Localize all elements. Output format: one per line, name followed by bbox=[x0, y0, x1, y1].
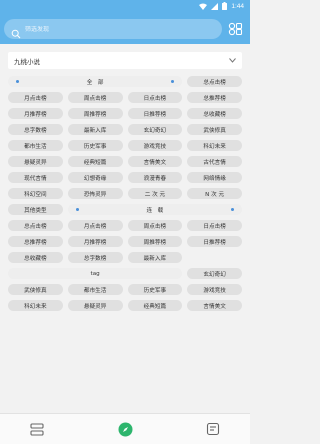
category-chip[interactable]: 武侠修真 bbox=[187, 124, 242, 135]
category-chip[interactable]: 月点击榜 bbox=[67, 220, 123, 231]
category-chip[interactable]: 言情美文 bbox=[127, 156, 183, 167]
dot-icon bbox=[230, 208, 234, 211]
category-chip[interactable]: 日点击榜 bbox=[127, 92, 183, 103]
source-filter-button[interactable] bbox=[227, 21, 243, 37]
category-chip[interactable]: 总点击榜 bbox=[8, 220, 63, 231]
category-chip[interactable]: 总推荐榜 bbox=[8, 236, 63, 247]
category-chip[interactable]: 总字数榜 bbox=[8, 124, 63, 135]
category-chip[interactable]: 玄幻奇幻 bbox=[187, 268, 242, 279]
category-chip[interactable]: 总推荐榜 bbox=[187, 92, 242, 103]
category-chip[interactable]: 最新入库 bbox=[127, 252, 183, 263]
compass-icon bbox=[118, 422, 132, 436]
clock: 1:44 bbox=[231, 2, 244, 10]
category-chip[interactable]: 总收藏榜 bbox=[187, 108, 242, 119]
search-box[interactable] bbox=[4, 19, 222, 39]
category-chip[interactable]: 都市生活 bbox=[8, 140, 63, 151]
category-chip[interactable]: 日推荐榜 bbox=[127, 108, 183, 119]
tab-profile[interactable] bbox=[205, 421, 221, 437]
dot-icon bbox=[16, 80, 19, 83]
search-input[interactable] bbox=[25, 25, 205, 33]
category-chip[interactable]: 古代言情 bbox=[187, 156, 242, 167]
category-chip[interactable]: 总收藏榜 bbox=[8, 252, 63, 263]
category-chip[interactable]: 科幻未来 bbox=[187, 140, 242, 151]
header-bar bbox=[0, 14, 250, 44]
category-chip[interactable]: 科幻未来 bbox=[8, 300, 63, 311]
section-header-1[interactable]: 连 载 bbox=[67, 204, 242, 215]
source-select-value: 九桃小说 bbox=[14, 57, 40, 66]
profile-icon bbox=[206, 422, 220, 436]
category-chip[interactable]: 都市生活 bbox=[67, 284, 123, 295]
category-chip[interactable]: 历史军事 bbox=[127, 284, 183, 295]
section-header-0[interactable]: 全 部 bbox=[8, 76, 183, 87]
tab-bookshelf[interactable] bbox=[29, 421, 45, 437]
category-chip[interactable]: 周推荐榜 bbox=[67, 108, 123, 119]
source-select[interactable]: 九桃小说 bbox=[8, 52, 242, 69]
category-chip[interactable]: 武侠修真 bbox=[8, 284, 63, 295]
category-chip[interactable]: 日点击榜 bbox=[187, 220, 242, 231]
category-chip[interactable]: 经典短篇 bbox=[127, 300, 183, 311]
category-chip[interactable]: 网络情缘 bbox=[187, 172, 242, 183]
section-header-label: 全 部 bbox=[86, 79, 104, 86]
section-header-label: 连 载 bbox=[146, 207, 164, 214]
category-chip[interactable]: N 次 元 bbox=[187, 188, 242, 199]
bookshelf-icon bbox=[30, 422, 44, 436]
wifi-icon bbox=[199, 3, 208, 10]
dot-icon bbox=[75, 208, 79, 211]
category-chip[interactable]: 历史军事 bbox=[67, 140, 123, 151]
category-chip[interactable]: 总字数榜 bbox=[67, 252, 123, 263]
chevron-down-icon bbox=[229, 58, 236, 63]
category-chip[interactable]: 月推荐榜 bbox=[67, 236, 123, 247]
category-chip[interactable]: 周点击榜 bbox=[127, 220, 183, 231]
category-chip[interactable]: 最新入库 bbox=[67, 124, 123, 135]
category-chip[interactable]: 二 次 元 bbox=[127, 188, 183, 199]
category-chip[interactable]: 现代言情 bbox=[8, 172, 63, 183]
source-filter-icon bbox=[228, 22, 243, 36]
category-chip[interactable]: 经典短篇 bbox=[67, 156, 123, 167]
category-chip[interactable]: 游戏竞技 bbox=[127, 140, 183, 151]
status-icons: 1:44 bbox=[199, 2, 244, 10]
category-chip[interactable]: 游戏竞技 bbox=[187, 284, 242, 295]
battery-icon bbox=[222, 2, 228, 10]
category-chip[interactable]: 言情美文 bbox=[187, 300, 242, 311]
signal-icon bbox=[211, 2, 219, 10]
status-bar: 1:44 bbox=[0, 0, 250, 14]
category-chip[interactable]: 玄幻奇幻 bbox=[127, 124, 183, 135]
tab-discover[interactable] bbox=[117, 421, 133, 437]
category-chip[interactable]: 悬疑灵异 bbox=[8, 156, 63, 167]
section-header-2[interactable]: tag bbox=[8, 268, 183, 279]
category-chip[interactable]: 科幻空间 bbox=[8, 188, 63, 199]
category-chip[interactable]: 月推荐榜 bbox=[8, 108, 63, 119]
category-chip[interactable]: 浪漫青春 bbox=[127, 172, 183, 183]
category-chip[interactable]: 恐怖灵异 bbox=[67, 188, 123, 199]
category-chip[interactable]: 周推荐榜 bbox=[127, 236, 183, 247]
bottom-nav bbox=[0, 413, 250, 444]
search-icon bbox=[11, 24, 21, 39]
category-chip[interactable]: 月点击榜 bbox=[8, 92, 63, 103]
category-chip[interactable]: 总点击榜 bbox=[187, 76, 242, 87]
category-chip[interactable]: 幻想奇缘 bbox=[67, 172, 123, 183]
dot-icon bbox=[171, 80, 175, 83]
category-chip[interactable]: 其他类型 bbox=[8, 204, 63, 215]
category-chip[interactable]: 周点击榜 bbox=[67, 92, 123, 103]
section-header-label: tag bbox=[90, 270, 100, 277]
category-chip[interactable]: 悬疑灵异 bbox=[67, 300, 123, 311]
category-chip[interactable]: 日推荐榜 bbox=[187, 236, 242, 247]
